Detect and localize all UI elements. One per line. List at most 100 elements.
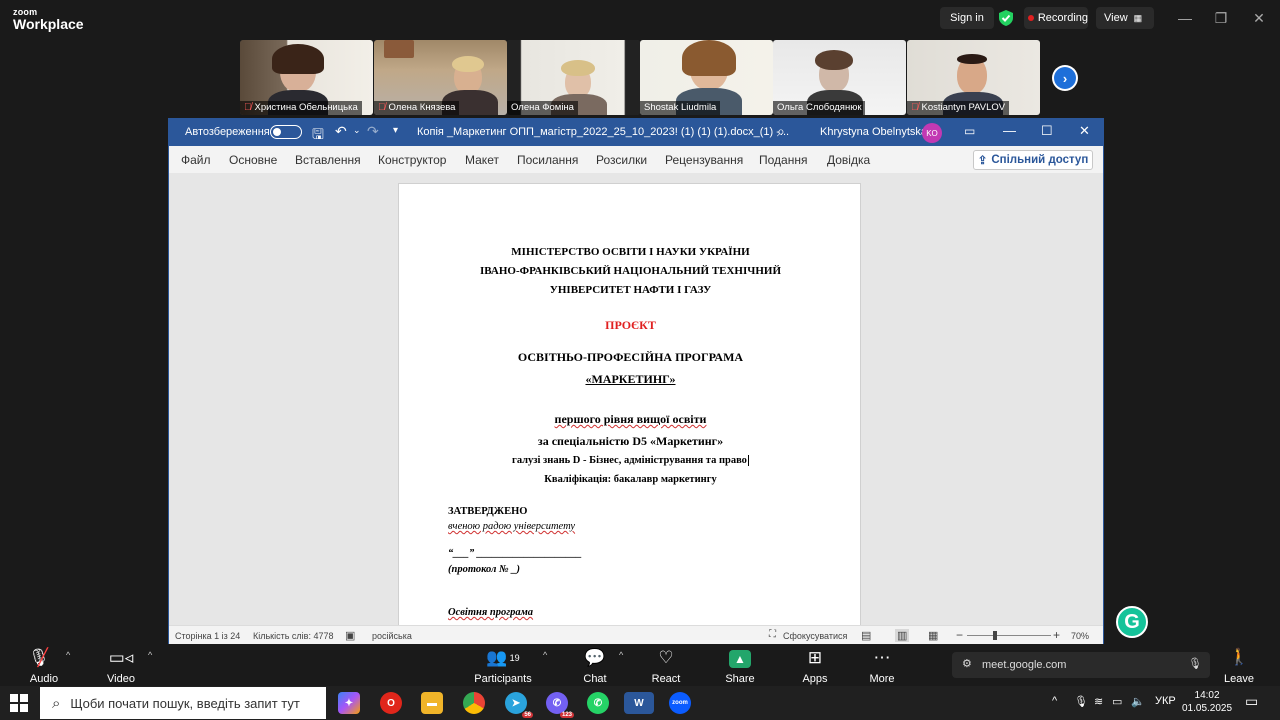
- avatar[interactable]: KO: [922, 123, 942, 143]
- participant-tile[interactable]: Олена Фоміна: [507, 40, 640, 115]
- user-name[interactable]: Khrystyna Obelnytska: [820, 126, 927, 138]
- zoom-top-bar: zoom Workplace Sign in Recording View ▦ …: [0, 0, 1280, 38]
- zoom-level[interactable]: 70%: [1071, 631, 1089, 641]
- save-icon[interactable]: 🖫: [312, 124, 324, 148]
- apps-button[interactable]: ⊞ Apps: [785, 647, 845, 685]
- language-indicator[interactable]: російська: [372, 631, 412, 641]
- file-explorer-icon[interactable]: ▬: [421, 692, 443, 714]
- redo-icon[interactable]: ↷: [367, 123, 379, 140]
- zoom-slider[interactable]: [967, 635, 1051, 636]
- share-button[interactable]: ⇪ Спільний доступ: [973, 150, 1093, 170]
- maximize-icon[interactable]: ☐: [1041, 123, 1053, 139]
- mic-icon[interactable]: 🎙: [1188, 657, 1202, 670]
- participant-tile[interactable]: 🎙̸ Олена Князева: [374, 40, 507, 115]
- more-button[interactable]: ⋯ More: [852, 647, 912, 685]
- view-button[interactable]: View ▦: [1096, 7, 1154, 29]
- audio-options-chevron-icon[interactable]: ^: [66, 650, 70, 660]
- tray-mic-icon[interactable]: 🎙: [1074, 695, 1088, 708]
- copilot-icon[interactable]: ✦: [338, 692, 360, 714]
- doc-specialty: за спеціальністю D5 «Маркетинг»: [537, 434, 724, 448]
- leave-button[interactable]: 🚶 Leave: [1214, 647, 1264, 685]
- windows-start-icon[interactable]: [10, 694, 28, 712]
- autosave-toggle[interactable]: [270, 125, 302, 139]
- keyboard-language[interactable]: УКР: [1155, 695, 1176, 707]
- react-button[interactable]: ♡ React: [636, 647, 696, 685]
- share-screen-button[interactable]: ▲ Share: [710, 647, 770, 685]
- tab-review[interactable]: Рецензування: [665, 153, 743, 167]
- participants-options-chevron-icon[interactable]: ^: [543, 650, 547, 660]
- taskbar-search-input[interactable]: ⌕ Щоби почати пошук, введіть запит тут: [40, 687, 326, 719]
- mic-off-icon: 🎙̸: [911, 102, 919, 113]
- tab-layout[interactable]: Макет: [465, 153, 499, 167]
- focus-icon[interactable]: ⛶: [769, 629, 776, 640]
- chrome-icon[interactable]: [463, 692, 485, 714]
- share-screen-icon: ▲: [710, 647, 770, 669]
- recording-indicator[interactable]: Recording: [1024, 7, 1088, 29]
- page-count[interactable]: Сторінка 1 із 24: [175, 631, 240, 641]
- zoom-slider-thumb[interactable]: [993, 631, 997, 640]
- tab-view[interactable]: Подання: [759, 153, 807, 167]
- battery-icon[interactable]: ▭: [1112, 695, 1122, 708]
- video-options-chevron-icon[interactable]: ^: [148, 650, 152, 660]
- document-canvas[interactable]: МІНІСТЕРСТВО ОСВІТИ І НАУКИ УКРАЇНИ ІВАН…: [169, 173, 1103, 625]
- notifications-icon[interactable]: ▭: [1245, 693, 1258, 710]
- undo-icon[interactable]: ↶: [335, 123, 347, 140]
- doc-program-title: ОСВІТНЬО-ПРОФЕСІЙНА ПРОГРАМА: [517, 350, 744, 364]
- close-icon[interactable]: ✕: [1249, 10, 1269, 27]
- read-mode-icon[interactable]: ▤: [861, 629, 871, 642]
- word-icon[interactable]: W: [624, 692, 654, 714]
- participant-tile[interactable]: Shostak Liudmila: [640, 40, 773, 115]
- clock-date: 01.05.2025: [1182, 703, 1233, 714]
- telegram-icon[interactable]: ➤ 56: [505, 692, 533, 718]
- video-button[interactable]: ▭◃ Video: [91, 647, 151, 685]
- shield-check-icon[interactable]: [997, 9, 1015, 27]
- chat-button[interactable]: 💬 Chat: [565, 647, 625, 685]
- doc-level: першого рівня вищої освіти: [554, 412, 707, 426]
- word-count[interactable]: Кількість слів: 4778: [253, 631, 334, 641]
- wifi-icon[interactable]: ≋: [1094, 695, 1103, 708]
- proofing-icon[interactable]: ▣: [345, 629, 355, 642]
- ribbon-menu: Файл Основне Вставлення Конструктор Маке…: [169, 146, 1103, 173]
- zoom-app-icon[interactable]: zoom: [669, 692, 691, 714]
- audio-button[interactable]: 🎙╱ Audio: [14, 647, 74, 685]
- web-layout-icon[interactable]: ▦: [928, 629, 938, 642]
- ribbon-display-icon[interactable]: ▭: [964, 124, 975, 138]
- participants-button[interactable]: 👥 19 Participants: [473, 647, 533, 685]
- minimize-icon[interactable]: —: [1175, 10, 1195, 26]
- tab-mailings[interactable]: Розсилки: [596, 153, 647, 167]
- document-page[interactable]: МІНІСТЕРСТВО ОСВІТИ І НАУКИ УКРАЇНИ ІВАН…: [398, 183, 861, 625]
- taskbar-clock[interactable]: 14:02 01.05.2025: [1182, 689, 1232, 715]
- settings-icon: ⚙: [962, 658, 972, 670]
- maximize-icon[interactable]: ❐: [1211, 10, 1231, 27]
- word-window: Автозбереження 🖫 ↶ ⌄ ↷ ▾ Копія _Маркетин…: [168, 118, 1104, 644]
- participant-tile[interactable]: 🎙̸ Kostiantyn PAVLOV: [907, 40, 1040, 115]
- whatsapp-icon[interactable]: ✆: [587, 692, 609, 714]
- search-icon[interactable]: ⌕: [777, 123, 785, 140]
- zoom-in-button[interactable]: +: [1053, 628, 1060, 642]
- volume-icon[interactable]: 🔈: [1131, 695, 1145, 708]
- zoom-out-button[interactable]: −: [956, 628, 963, 642]
- tray-overflow-chevron-icon[interactable]: ^: [1052, 695, 1057, 707]
- minimize-icon[interactable]: —: [1003, 123, 1016, 138]
- opera-icon[interactable]: O: [380, 692, 402, 714]
- tab-insert[interactable]: Вставлення: [295, 153, 361, 167]
- tab-references[interactable]: Посилання: [517, 153, 578, 167]
- print-layout-icon[interactable]: ▥: [895, 629, 910, 642]
- tab-design[interactable]: Конструктор: [378, 153, 446, 167]
- tab-file[interactable]: Файл: [181, 153, 211, 167]
- tab-help[interactable]: Довідка: [827, 153, 870, 167]
- clock-time: 14:02: [1194, 690, 1220, 701]
- close-icon[interactable]: ✕: [1079, 123, 1090, 139]
- grammarly-icon[interactable]: G: [1116, 606, 1148, 638]
- customize-toolbar-icon[interactable]: ▾: [393, 125, 398, 136]
- chat-options-chevron-icon[interactable]: ^: [619, 650, 623, 660]
- focus-mode-button[interactable]: Сфокусуватися: [783, 631, 847, 641]
- tab-home[interactable]: Основне: [229, 153, 277, 167]
- meeting-url-popup[interactable]: ⚙ meet.google.com 🎙: [952, 652, 1210, 678]
- participant-tile[interactable]: 🎙̸ Христина Обельницька: [240, 40, 373, 115]
- sign-in-button[interactable]: Sign in: [940, 7, 994, 29]
- viber-icon[interactable]: ✆ 123: [546, 692, 574, 718]
- participant-tile[interactable]: Ольга Слободянюк: [773, 40, 906, 115]
- gallery-next-button[interactable]: ›: [1052, 65, 1078, 91]
- undo-dropdown-icon[interactable]: ⌄: [353, 125, 361, 136]
